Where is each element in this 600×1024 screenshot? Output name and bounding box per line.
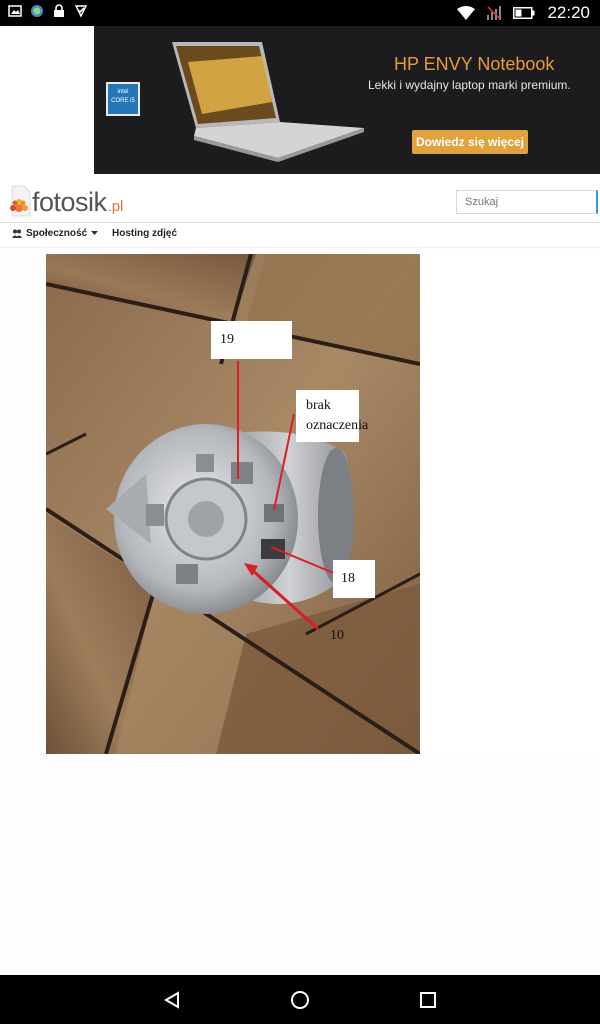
search-input[interactable]	[456, 190, 598, 214]
status-right: 22:20	[457, 3, 590, 23]
photo-label-10: 10	[330, 628, 344, 643]
intel-badge-text: CORE i5	[111, 98, 135, 104]
status-left-icons	[8, 4, 88, 18]
checkmark-icon	[74, 5, 88, 18]
android-nav-bar	[0, 975, 600, 1024]
photo-label-18: 18	[333, 560, 375, 598]
photo-label-19: 19	[211, 321, 292, 359]
home-icon[interactable]	[290, 990, 310, 1010]
ad-subtitle: Lekki i wydajny laptop marki premium.	[368, 78, 571, 92]
nav-hosting[interactable]: Hosting zdjęć	[112, 228, 177, 239]
chevron-down-icon	[91, 231, 99, 235]
logo-text: fotosik	[32, 187, 107, 217]
image-icon	[8, 5, 22, 17]
ad-title: HP ENVY Notebook	[394, 54, 555, 74]
lock-icon	[54, 4, 64, 17]
globe-icon	[31, 5, 43, 17]
ad-banner[interactable]: intel CORE i5 HP ENVY Notebook Lekki i wy…	[94, 26, 600, 174]
nav-community-label: Społeczność	[26, 228, 88, 239]
logo-ext: .pl	[107, 198, 124, 215]
recents-icon[interactable]	[419, 991, 437, 1009]
ad-container: intel CORE i5 HP ENVY Notebook Lekki i wy…	[0, 26, 600, 176]
signal-icon	[487, 6, 502, 20]
site-header: fotosik .pl	[0, 176, 600, 223]
clock: 22:20	[547, 3, 590, 22]
nav-community[interactable]: Społeczność	[12, 228, 99, 239]
wifi-icon	[457, 6, 476, 20]
fotosik-logo-icon	[10, 185, 31, 217]
photo-label-brak-oznaczenia: brak oznaczenia	[296, 390, 369, 442]
users-icon	[12, 229, 22, 238]
main-content: 19 brak oznaczenia 18 10	[0, 248, 600, 975]
label-line-1: brak	[306, 398, 331, 413]
laptop-image	[172, 42, 364, 162]
back-icon[interactable]	[163, 991, 181, 1009]
ad-cta-button[interactable]: Dowiedz się więcej	[412, 130, 528, 154]
nav-hosting-label: Hosting zdjęć	[112, 228, 178, 239]
top-nav: Społeczność Hosting zdjęć	[0, 223, 600, 248]
site-logo[interactable]: fotosik .pl	[6, 184, 123, 218]
battery-icon	[513, 7, 535, 19]
label-line-2: oznaczenia	[306, 418, 369, 433]
intel-badge: intel CORE i5	[106, 82, 140, 116]
status-bar: 22:20	[0, 0, 600, 26]
